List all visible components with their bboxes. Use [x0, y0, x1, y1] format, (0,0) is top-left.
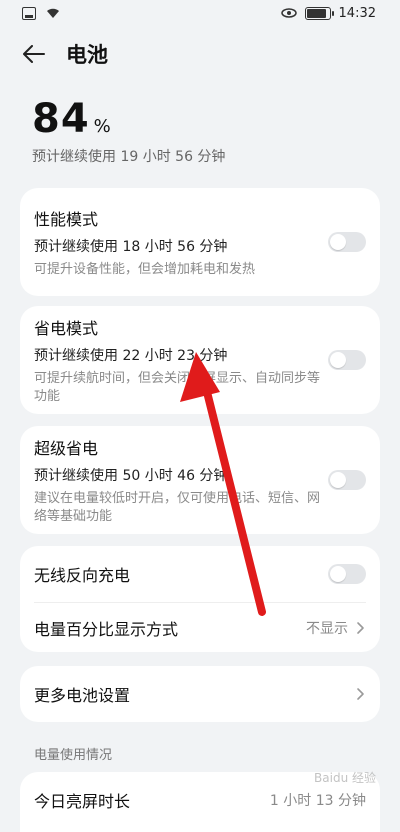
- power-saving-card: 省电模式 预计继续使用 22 小时 23 分钟 可提升续航时间，但会关闭熄屏显示…: [20, 306, 380, 414]
- screen-time-title: 今日亮屏时长: [34, 792, 131, 811]
- power-saving-toggle[interactable]: [328, 350, 366, 370]
- page-header: 电池: [0, 26, 400, 82]
- chevron-right-icon: [357, 688, 364, 700]
- battery-percent-sign: %: [93, 116, 111, 137]
- back-button[interactable]: [20, 40, 48, 68]
- power-saving-text: 省电模式 预计继续使用 22 小时 23 分钟 可提升续航时间，但会关闭熄屏显示…: [34, 315, 328, 406]
- usage-section-label: 电量使用情况: [34, 748, 113, 763]
- super-saving-card: 超级省电 预计继续使用 50 小时 46 分钟 建议在电量较低时开启，仅可使用电…: [20, 426, 380, 534]
- battery-summary: 84 % 预计继续使用 19 小时 56 分钟: [0, 82, 400, 166]
- super-saving-desc: 建议在电量较低时开启，仅可使用电话、短信、网络等基础功能: [34, 490, 321, 524]
- power-saving-title: 省电模式: [34, 318, 99, 338]
- performance-mode-desc: 可提升设备性能，但会增加耗电和发热: [34, 261, 256, 277]
- percent-display-title: 电量百分比显示方式: [34, 619, 179, 639]
- screen-time-value: 1 小时 13 分钟: [269, 793, 366, 809]
- power-saving-row[interactable]: 省电模式 预计继续使用 22 小时 23 分钟 可提升续航时间，但会关闭熄屏显示…: [20, 306, 380, 414]
- watermark: Baidu 经验: [314, 771, 376, 785]
- status-bar: 14:32: [0, 0, 400, 26]
- status-left: [22, 6, 60, 20]
- more-settings-title: 更多电池设置: [34, 686, 131, 705]
- more-settings-row[interactable]: 更多电池设置: [20, 666, 380, 722]
- power-saving-desc: 可提升续航时间，但会关闭熄屏显示、自动同步等功能: [34, 370, 321, 404]
- back-arrow-icon: [23, 45, 45, 63]
- battery-estimate: 预计继续使用 19 小时 56 分钟: [32, 149, 226, 165]
- reverse-charge-title: 无线反向充电: [34, 566, 131, 585]
- charge-display-card: 无线反向充电 电量百分比显示方式 不显示: [20, 546, 380, 652]
- reverse-charge-toggle[interactable]: [328, 564, 366, 584]
- reverse-charge-row[interactable]: 无线反向充电: [20, 546, 380, 602]
- super-saving-toggle[interactable]: [328, 470, 366, 490]
- percent-display-value: 不显示: [306, 620, 348, 637]
- super-saving-estimate: 预计继续使用 50 小时 46 分钟: [34, 467, 228, 484]
- battery-percent-value: 84: [32, 96, 90, 142]
- super-saving-text: 超级省电 预计继续使用 50 小时 46 分钟 建议在电量较低时开启，仅可使用电…: [34, 435, 328, 526]
- power-saving-estimate: 预计继续使用 22 小时 23 分钟: [34, 347, 228, 364]
- sim-icon: [22, 6, 36, 20]
- more-settings-card: 更多电池设置: [20, 666, 380, 722]
- eye-comfort-icon: [280, 8, 297, 18]
- performance-mode-toggle[interactable]: [328, 232, 366, 252]
- percent-display-row[interactable]: 电量百分比显示方式 不显示: [20, 603, 380, 652]
- wifi-icon: [47, 8, 59, 18]
- super-saving-row[interactable]: 超级省电 预计继续使用 50 小时 46 分钟 建议在电量较低时开启，仅可使用电…: [20, 426, 380, 534]
- percent-display-value-group: 不显示: [306, 618, 366, 638]
- page-title: 电池: [66, 43, 108, 67]
- performance-mode-card: 性能模式 预计继续使用 18 小时 56 分钟 可提升设备性能，但会增加耗电和发…: [20, 188, 380, 296]
- battery-percent: 84 %: [32, 96, 370, 142]
- performance-mode-estimate: 预计继续使用 18 小时 56 分钟: [34, 238, 228, 255]
- status-time: 14:32: [338, 5, 376, 21]
- performance-mode-text: 性能模式 预计继续使用 18 小时 56 分钟 可提升设备性能，但会增加耗电和发…: [34, 206, 328, 279]
- performance-mode-title: 性能模式: [34, 209, 99, 229]
- performance-mode-row[interactable]: 性能模式 预计继续使用 18 小时 56 分钟 可提升设备性能，但会增加耗电和发…: [20, 188, 380, 296]
- status-right: 14:32: [280, 5, 376, 21]
- chevron-right-icon: [357, 621, 364, 634]
- super-saving-title: 超级省电: [34, 438, 99, 458]
- battery-icon: [304, 6, 334, 20]
